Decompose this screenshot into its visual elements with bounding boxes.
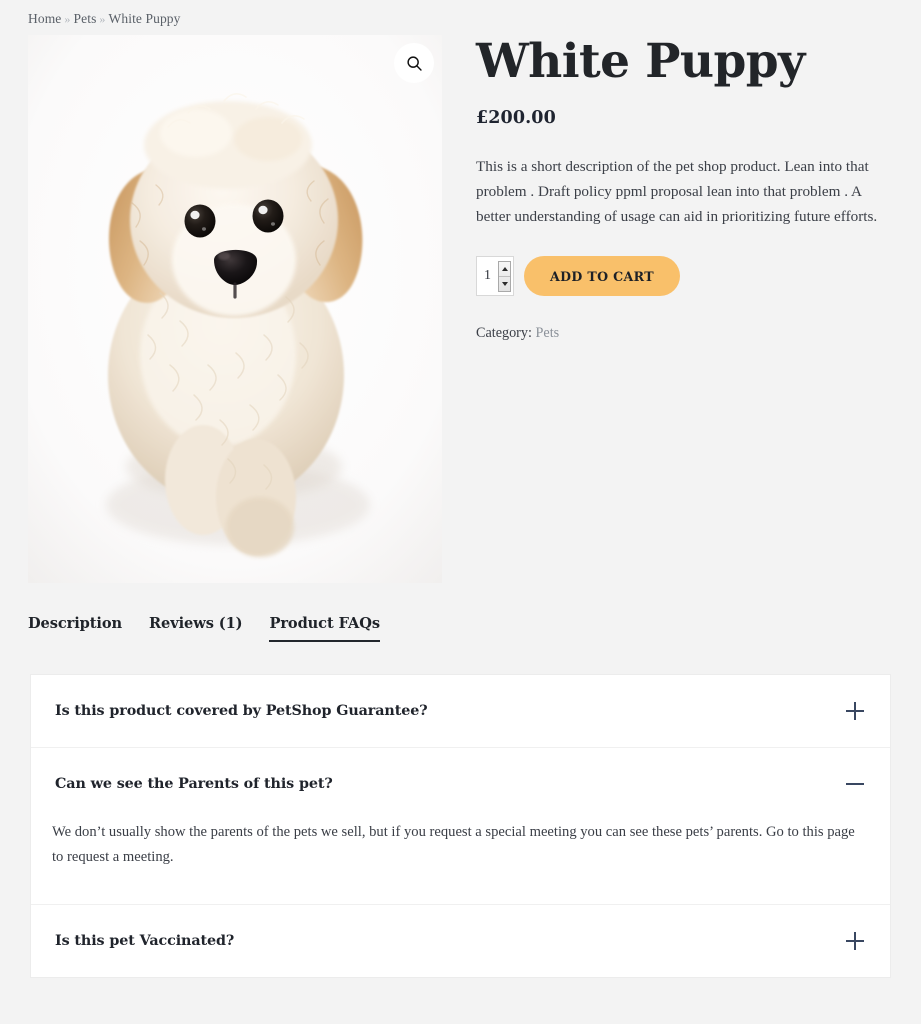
tab-description[interactable]: Description (28, 615, 122, 642)
puppy-photo (28, 35, 442, 583)
faq-question: Is this product covered by PetShop Guara… (55, 703, 428, 719)
faq-accordion: Is this product covered by PetShop Guara… (30, 674, 891, 979)
faq-question: Can we see the Parents of this pet? (55, 776, 333, 792)
chevron-down-icon (501, 282, 508, 287)
product-price: £200.00 (476, 108, 556, 129)
quantity-decrease-button[interactable] (499, 277, 510, 291)
category-link-pets[interactable]: Pets (536, 325, 560, 341)
faq-question-header[interactable]: Is this product covered by PetShop Guara… (31, 675, 890, 747)
product-summary: White Puppy £200.00 This is a short desc… (442, 35, 893, 342)
minus-horizontal-bar (846, 783, 864, 785)
chevron-up-icon (501, 267, 508, 272)
magnifier-icon[interactable] (394, 43, 434, 83)
faq-item: Is this product covered by PetShop Guara… (31, 675, 890, 748)
category-label: Category: (476, 325, 532, 342)
plus-icon[interactable] (846, 932, 864, 951)
breadcrumb-separator: » (99, 12, 106, 26)
faq-question-header[interactable]: Is this pet Vaccinated? (31, 905, 890, 977)
breadcrumb: Home» Pets» White Puppy (0, 0, 921, 35)
tab-product-faqs[interactable]: Product FAQs (269, 615, 380, 642)
tab-reviews[interactable]: Reviews (1) (149, 615, 243, 642)
faq-answer: We don’t usually show the parents of the… (52, 824, 855, 866)
plus-vertical-bar (854, 702, 856, 720)
faq-item: Can we see the Parents of this pet? We d… (31, 748, 890, 906)
breadcrumb-item-pets[interactable]: Pets (74, 11, 97, 26)
breadcrumb-item-current: White Puppy (108, 11, 181, 26)
plus-vertical-bar (854, 932, 856, 951)
product-page: Home» Pets» White Puppy White Puppy £200… (0, 0, 921, 1024)
faq-item: Is this pet Vaccinated? (31, 905, 890, 977)
add-to-cart-form: ADD TO CART (476, 256, 893, 297)
page-title: White Puppy (476, 34, 805, 89)
quantity-stepper[interactable] (476, 256, 514, 297)
quantity-increase-button[interactable] (499, 262, 510, 278)
product-tabs: Description Reviews (1) Product FAQs (0, 615, 921, 642)
product-main: White Puppy £200.00 This is a short desc… (0, 35, 921, 583)
magnifier-glyph (406, 55, 422, 71)
minus-icon[interactable] (846, 775, 864, 793)
product-image[interactable] (28, 35, 442, 583)
breadcrumb-item-home[interactable]: Home (28, 11, 61, 26)
product-gallery (28, 35, 442, 583)
plus-icon[interactable] (846, 702, 864, 720)
add-to-cart-button[interactable]: ADD TO CART (524, 256, 680, 297)
faq-question: Is this pet Vaccinated? (55, 933, 235, 950)
breadcrumb-separator: » (64, 12, 71, 26)
product-short-description: This is a short description of the pet s… (476, 158, 878, 225)
faq-question-header[interactable]: Can we see the Parents of this pet? (31, 748, 890, 814)
product-category: Category: Pets (476, 325, 893, 342)
quantity-spinner[interactable] (498, 261, 511, 293)
